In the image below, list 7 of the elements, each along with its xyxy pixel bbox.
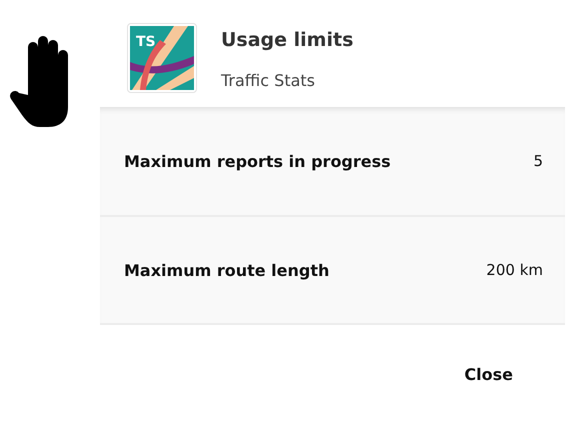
dialog-title: Usage limits: [221, 29, 354, 51]
limit-value: 5: [533, 152, 543, 170]
app-name: Traffic Stats: [221, 71, 316, 90]
logo-text: TS: [136, 34, 156, 50]
limit-value: 200 km: [486, 261, 543, 279]
limit-label: Maximum reports in progress: [124, 152, 391, 170]
limit-label: Maximum route length: [124, 260, 330, 280]
